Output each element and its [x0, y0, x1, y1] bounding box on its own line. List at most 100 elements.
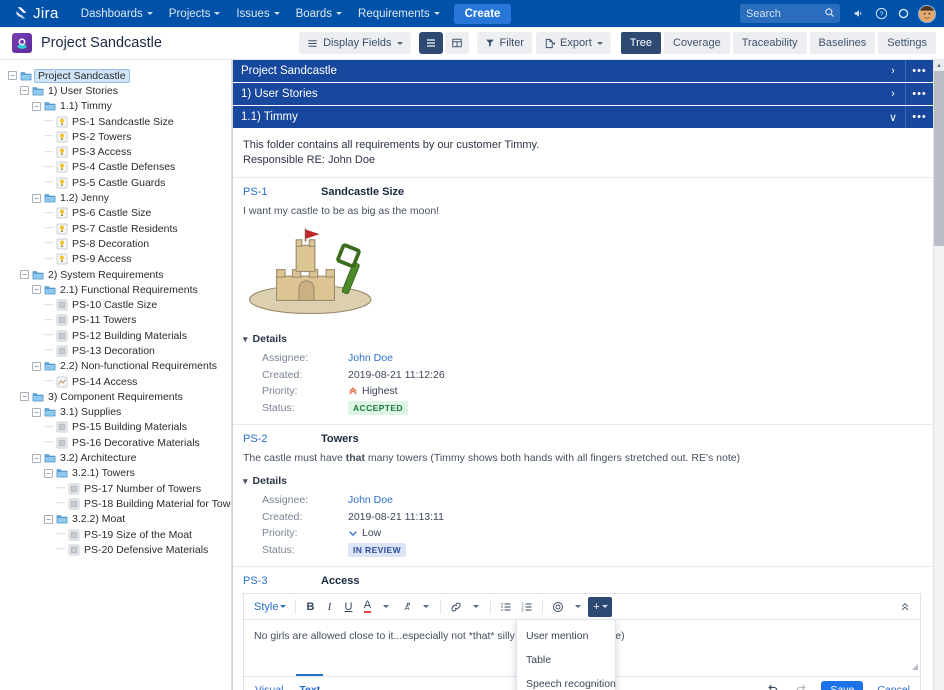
header-menu-button[interactable]: •••	[905, 60, 933, 82]
underline-button[interactable]: U	[339, 597, 357, 617]
tree-node[interactable]: −Project Sandcastle	[8, 68, 231, 83]
menu-item-table[interactable]: Table	[517, 648, 615, 672]
nav-item-projects[interactable]: Projects	[161, 4, 229, 24]
tree-node[interactable]: —PS-15 Building Materials	[8, 420, 231, 435]
list-view-button[interactable]	[419, 32, 443, 54]
chevron-down-icon[interactable]: ∨	[881, 111, 905, 124]
tree-node[interactable]: −1.2) Jenny	[8, 190, 231, 205]
assignee-link[interactable]: John Doe	[348, 494, 393, 506]
tree-node[interactable]: −2.1) Functional Requirements	[8, 282, 231, 297]
tree-toggle-icon[interactable]: −	[32, 408, 41, 417]
filter-button[interactable]: Filter	[477, 32, 532, 54]
tree-node[interactable]: −3.2) Architecture	[8, 450, 231, 465]
emoji-dropdown[interactable]	[569, 597, 587, 617]
search-input[interactable]	[746, 8, 834, 20]
breadcrumb-header-timmy[interactable]: 1.1) Timmy ∨ •••	[233, 106, 933, 128]
tree-node[interactable]: —PS-10 Castle Size	[8, 297, 231, 312]
tree-node[interactable]: —PS-5 Castle Guards	[8, 175, 231, 190]
tree-node[interactable]: −3.1) Supplies	[8, 405, 231, 420]
tree-node[interactable]: —PS-16 Decorative Materials	[8, 435, 231, 450]
help-icon[interactable]: ?	[870, 3, 892, 25]
tree-toggle-icon[interactable]: −	[32, 285, 41, 294]
menu-item-speech-recognition[interactable]: Speech recognition	[517, 672, 615, 690]
tree-node[interactable]: —PS-11 Towers	[8, 313, 231, 328]
display-fields-button[interactable]: Display Fields	[299, 32, 410, 54]
link-dropdown[interactable]	[467, 597, 485, 617]
tree-toggle-icon[interactable]: −	[20, 270, 29, 279]
breadcrumb-header-project[interactable]: Project Sandcastle › •••	[233, 60, 933, 82]
tree-toggle-icon[interactable]: −	[20, 392, 29, 401]
undo-icon[interactable]	[767, 682, 780, 690]
scroll-up-button[interactable]: ▲	[934, 60, 944, 71]
text-color-button[interactable]: A	[358, 597, 376, 617]
details-toggle-ps1[interactable]: ▾ Details	[243, 333, 921, 345]
tab-traceability[interactable]: Traceability	[733, 32, 807, 54]
bold-button[interactable]: B	[301, 597, 319, 617]
tree-node[interactable]: —PS-2 Towers	[8, 129, 231, 144]
megaphone-icon[interactable]	[848, 3, 870, 25]
tab-coverage[interactable]: Coverage	[664, 32, 730, 54]
tree-node[interactable]: —PS-6 Castle Size	[8, 206, 231, 221]
nav-item-requirements[interactable]: Requirements	[350, 4, 448, 24]
tree-toggle-icon[interactable]: −	[8, 71, 17, 80]
breadcrumb-header-user-stories[interactable]: 1) User Stories › •••	[233, 83, 933, 105]
nav-item-issues[interactable]: Issues	[228, 4, 287, 24]
nav-item-boards[interactable]: Boards	[288, 4, 350, 24]
tree-node[interactable]: —PS-20 Defensive Materials	[8, 542, 231, 557]
vertical-scrollbar[interactable]: ▲	[933, 60, 944, 690]
highlight-dropdown[interactable]	[417, 597, 435, 617]
style-dropdown-button[interactable]: Style	[250, 597, 290, 617]
tree-node[interactable]: —PS-7 Castle Residents	[8, 221, 231, 236]
cancel-button[interactable]: Cancel	[877, 684, 910, 690]
create-button[interactable]: Create	[454, 4, 512, 24]
assignee-link[interactable]: John Doe	[348, 352, 393, 364]
tree-node[interactable]: −2) System Requirements	[8, 267, 231, 282]
settings-icon[interactable]	[892, 3, 914, 25]
tree-node[interactable]: —PS-12 Building Materials	[8, 328, 231, 343]
tree-node[interactable]: −1.1) Timmy	[8, 99, 231, 114]
header-menu-button[interactable]: •••	[905, 106, 933, 128]
nav-item-dashboards[interactable]: Dashboards	[73, 4, 161, 24]
tree-toggle-icon[interactable]: −	[44, 515, 53, 524]
tree-node[interactable]: —PS-9 Access	[8, 252, 231, 267]
bullet-list-button[interactable]	[496, 597, 516, 617]
search-box[interactable]	[740, 4, 840, 23]
chevron-right-icon[interactable]: ›	[881, 65, 905, 77]
tree-node[interactable]: —PS-18 Building Material for Towers	[8, 496, 231, 511]
tree-node[interactable]: —PS-19 Size of the Moat	[8, 527, 231, 542]
redo-icon[interactable]	[794, 682, 807, 690]
tab-visual[interactable]: Visual	[254, 680, 284, 690]
details-toggle-ps2[interactable]: ▾ Details	[243, 475, 921, 487]
tree-node[interactable]: —PS-13 Decoration	[8, 343, 231, 358]
avatar[interactable]	[918, 5, 936, 23]
requirement-key[interactable]: PS-1	[243, 186, 321, 198]
tree-node[interactable]: −3) Component Requirements	[8, 389, 231, 404]
tree-toggle-icon[interactable]: −	[32, 194, 41, 203]
header-menu-button[interactable]: •••	[905, 83, 933, 105]
tree-node[interactable]: —PS-17 Number of Towers	[8, 481, 231, 496]
tree-toggle-icon[interactable]: −	[32, 454, 41, 463]
italic-button[interactable]: I	[320, 597, 338, 617]
text-color-dropdown[interactable]	[377, 597, 395, 617]
tree-node[interactable]: —PS-4 Castle Defenses	[8, 160, 231, 175]
scrollbar-thumb[interactable]	[934, 71, 944, 246]
tree-node[interactable]: −3.2.1) Towers	[8, 466, 231, 481]
insert-menu-button[interactable]: +	[588, 597, 612, 617]
requirement-key[interactable]: PS-3	[243, 575, 321, 587]
tree-toggle-icon[interactable]: −	[32, 362, 41, 371]
numbered-list-button[interactable]: 1 2 3	[517, 597, 537, 617]
menu-item-user-mention[interactable]: User mention	[517, 624, 615, 648]
requirement-key[interactable]: PS-2	[243, 433, 321, 445]
export-button[interactable]: Export	[536, 32, 611, 54]
link-button[interactable]	[446, 597, 466, 617]
tree-node[interactable]: −3.2.2) Moat	[8, 512, 231, 527]
tree-toggle-icon[interactable]: −	[20, 86, 29, 95]
grid-view-button[interactable]	[445, 32, 469, 54]
chevron-right-icon[interactable]: ›	[881, 88, 905, 100]
tree-node[interactable]: —PS-8 Decoration	[8, 236, 231, 251]
tree-node[interactable]: —PS-14 Access	[8, 374, 231, 389]
tree-node[interactable]: −1) User Stories	[8, 83, 231, 98]
resize-grip-icon[interactable]: ◢	[912, 659, 918, 674]
tree-node[interactable]: −2.2) Non-functional Requirements	[8, 359, 231, 374]
tab-tree[interactable]: Tree	[621, 32, 661, 54]
